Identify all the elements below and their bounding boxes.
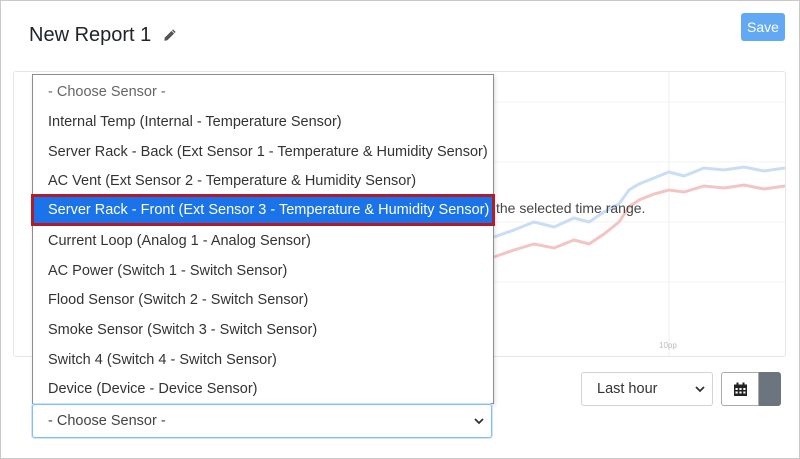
calendar-button[interactable]	[721, 372, 759, 406]
x-tick-label: 10pp	[659, 341, 677, 350]
save-button[interactable]: Save	[741, 13, 785, 41]
pencil-icon[interactable]	[163, 28, 177, 42]
sensor-dropdown-list[interactable]: - Choose Sensor - Internal Temp (Interna…	[31, 74, 495, 404]
time-range-value: Last hour	[597, 381, 658, 397]
report-title: New Report 1	[29, 24, 152, 46]
dropdown-option[interactable]: AC Vent (Ext Sensor 2 - Temperature & Hu…	[33, 167, 493, 195]
sensor-select-value: - Choose Sensor -	[48, 413, 166, 429]
chevron-down-icon	[474, 418, 484, 425]
series-line-red	[493, 183, 785, 259]
time-range-select[interactable]: Last hour	[581, 372, 713, 406]
sensor-select[interactable]: - Choose Sensor -	[32, 404, 492, 438]
dropdown-option[interactable]: Server Rack - Back (Ext Sensor 1 - Tempe…	[33, 138, 493, 166]
dropdown-option[interactable]: Flood Sensor (Switch 2 - Switch Sensor)	[33, 286, 493, 314]
dropdown-option[interactable]: - Choose Sensor -	[33, 78, 493, 106]
dropdown-option-highlighted[interactable]: Server Rack - Front (Ext Sensor 3 - Temp…	[31, 194, 495, 226]
dropdown-option[interactable]: Device (Device - Device Sensor)	[33, 375, 493, 403]
date-picker-toggle-button[interactable]	[759, 372, 781, 406]
dropdown-option[interactable]: AC Power (Switch 1 - Switch Sensor)	[33, 257, 493, 285]
dropdown-option[interactable]: Current Loop (Analog 1 - Analog Sensor)	[33, 227, 493, 255]
chevron-down-icon	[695, 386, 705, 393]
no-data-message: the selected time range.	[496, 200, 646, 216]
calendar-icon	[734, 382, 747, 396]
dropdown-option[interactable]: Switch 4 (Switch 4 - Switch Sensor)	[33, 346, 493, 374]
dropdown-option[interactable]: Internal Temp (Internal - Temperature Se…	[33, 108, 493, 136]
dropdown-option[interactable]: Smoke Sensor (Switch 3 - Switch Sensor)	[33, 316, 493, 344]
